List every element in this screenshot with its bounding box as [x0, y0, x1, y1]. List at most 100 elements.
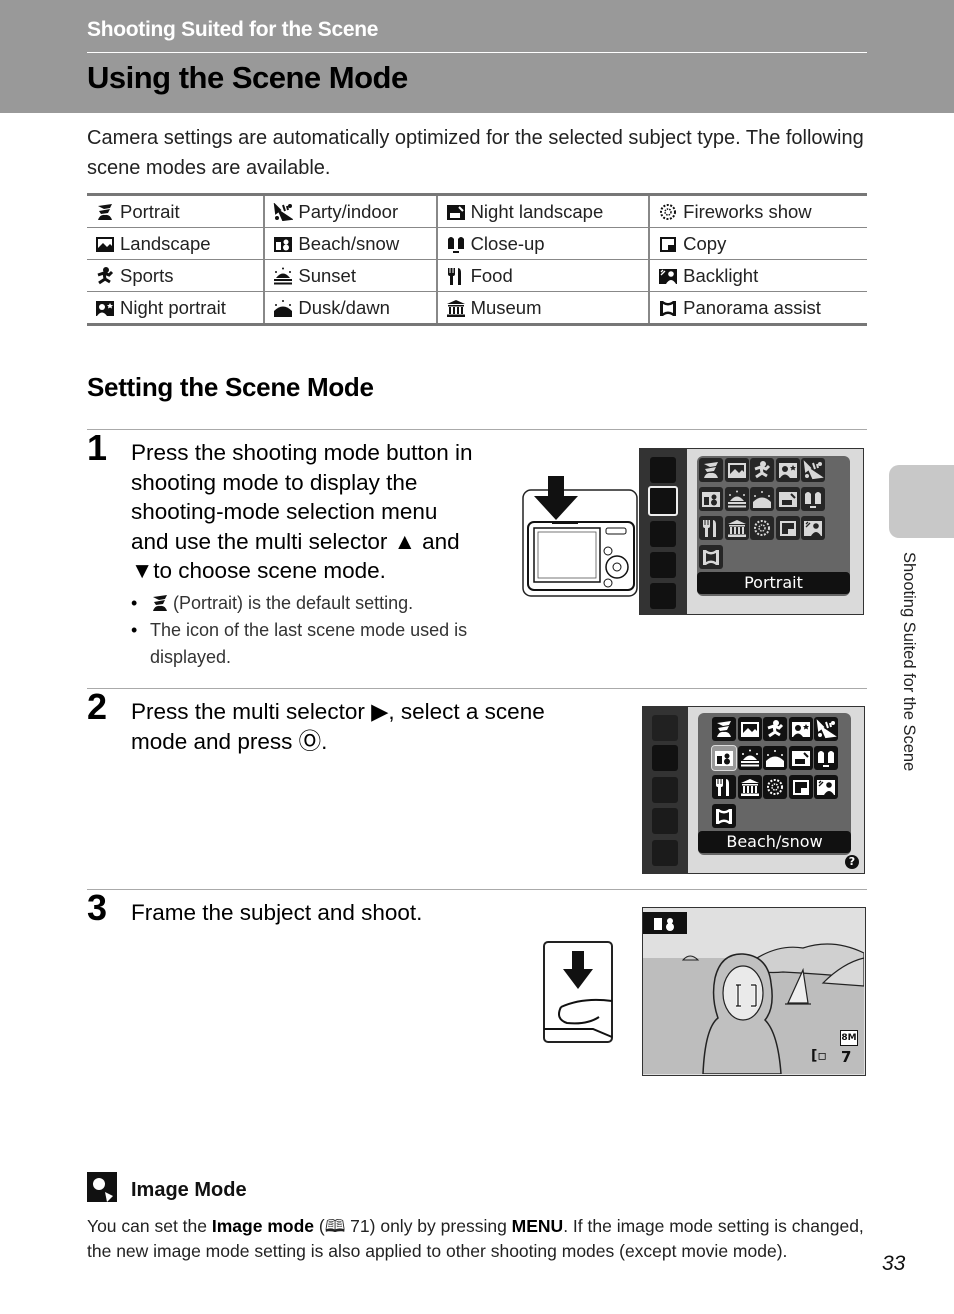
grid-sunset-icon[interactable]: [724, 487, 749, 511]
scene-mode-label: Dusk/dawn: [298, 296, 390, 318]
grid-dusk-dawn-icon[interactable]: [750, 487, 774, 511]
grid-fireworks-show-icon[interactable]: [750, 516, 774, 540]
food-icon: [447, 267, 461, 285]
step-1-text: Press the shooting mode button in shooti…: [131, 438, 472, 586]
night-landscape-icon: [446, 204, 465, 220]
grid-night-landscape-icon[interactable]: [775, 487, 800, 511]
scene-mode-cell: Night portrait: [87, 291, 266, 325]
auto-mode-icon: [652, 840, 678, 866]
scene-mode-label: Sports: [120, 264, 174, 286]
live-view-screen: 8M [▫ 7: [642, 907, 866, 1076]
scene-mode-cell: Panorama assist: [649, 292, 867, 325]
smile-mode-icon: [652, 777, 678, 803]
grid-panorama-assist-icon[interactable]: [712, 804, 736, 828]
section-title: Shooting Suited for the Scene: [87, 18, 379, 41]
table-row: Night portrait Dusk/dawn Museum Panorama as…: [87, 291, 867, 325]
scene-mode-cell: Fireworks show: [649, 194, 867, 228]
panorama-assist-icon: [660, 300, 677, 316]
grid-beach-snow-icon[interactable]: [711, 745, 737, 771]
auto-mode-icon: [650, 583, 676, 609]
backlight-icon: [659, 268, 678, 284]
smart-portrait-icon: [652, 715, 678, 741]
step-line: Press the shooting mode button in: [131, 440, 473, 465]
header-divider: [87, 52, 867, 53]
grid-sunset-icon[interactable]: [737, 746, 762, 770]
scene-selection-screen: Beach/snow ?: [642, 706, 865, 874]
step-line: mode and press Ⓞ.: [131, 728, 328, 754]
remaining-shots: 7: [841, 1048, 852, 1066]
scene-mode-cell: Portrait: [87, 194, 266, 228]
step-divider: [87, 889, 867, 890]
scene-mode-cell: Close-up: [436, 227, 651, 260]
table-row: Portrait Party/indoor Night landscape Firew…: [87, 194, 867, 228]
step-1-bullets: (Portrait) is the default setting. The i…: [131, 590, 491, 671]
note-text: You can set the Image mode (🕮 71) only b…: [87, 1216, 864, 1261]
scene-mode-cell: Night landscape: [436, 194, 651, 228]
smile-mode-icon: [650, 521, 676, 547]
grid-night-portrait-icon[interactable]: [788, 717, 813, 741]
scene-mode-selected-icon: [648, 486, 678, 516]
bullet-item: (Portrait) is the default setting.: [131, 590, 491, 617]
step-number: 1: [87, 427, 108, 468]
portrait-icon: [98, 203, 112, 220]
chapter-tab: [889, 465, 954, 538]
grid-portrait-icon[interactable]: [699, 458, 723, 482]
scene-mode-cell: Food: [436, 259, 651, 292]
grid-landscape-icon[interactable]: [737, 717, 762, 741]
beach-snow-icon: [654, 918, 674, 931]
copy-icon: [660, 236, 677, 252]
image-mode-term: Image mode: [211, 1216, 314, 1236]
chapter-tab-label: Shooting Suited for the Scene: [900, 552, 918, 772]
grid-landscape-icon[interactable]: [724, 458, 749, 482]
grid-portrait-icon[interactable]: [712, 717, 736, 741]
grid-beach-snow-icon[interactable]: [699, 487, 723, 511]
portrait-icon: [153, 595, 167, 611]
note-title: Image Mode: [131, 1179, 247, 1201]
grid-close-up-icon[interactable]: [801, 487, 825, 511]
grid-museum-icon[interactable]: [737, 775, 762, 799]
step-line: ▼to choose scene mode.: [131, 558, 386, 583]
step-number: 2: [87, 686, 108, 727]
grid-panorama-assist-icon[interactable]: [699, 545, 723, 569]
camera-illustration: [522, 476, 638, 597]
grid-close-up-icon[interactable]: [814, 746, 838, 770]
grid-night-portrait-icon[interactable]: [775, 458, 800, 482]
grid-copy-icon[interactable]: [775, 516, 800, 540]
step-line: Frame the subject and shoot.: [131, 900, 423, 925]
grid-food-icon[interactable]: [712, 775, 736, 799]
step-2-text: Press the multi selector ▶, select a sce…: [131, 697, 545, 756]
step-line: shooting mode to display the: [131, 469, 418, 495]
grid-dusk-dawn-icon[interactable]: [763, 746, 787, 770]
selected-scene-label: Beach/snow: [698, 831, 851, 853]
note-icon: [87, 1172, 117, 1202]
shutter-press-illustration: [543, 941, 613, 1043]
scene-mode-label: Night portrait: [120, 296, 226, 318]
help-icon: ?: [845, 855, 859, 869]
grid-copy-icon[interactable]: [788, 775, 813, 799]
scene-mode-cell: Sports: [87, 259, 266, 292]
grid-food-icon[interactable]: [699, 516, 723, 540]
grid-museum-icon[interactable]: [724, 516, 749, 540]
scene-mode-icon: [652, 745, 678, 771]
scene-mode-label: Sunset: [298, 264, 356, 286]
scene-mode-label: Night landscape: [470, 200, 604, 222]
scene-mode-cell: Dusk/dawn: [264, 291, 438, 325]
page-title: Using the Scene Mode: [87, 60, 408, 95]
grid-backlight-icon[interactable]: [814, 775, 838, 799]
step-line: Press the multi selector ▶, select a sce…: [131, 699, 545, 724]
movie-mode-icon: [650, 552, 676, 578]
grid-sports-icon[interactable]: [763, 717, 787, 741]
grid-party-indoor-icon[interactable]: [814, 717, 838, 741]
scene-mode-label: Panorama assist: [683, 296, 821, 318]
table-row: Landscape Beach/snow Close-up Copy: [87, 227, 867, 260]
grid-night-landscape-icon[interactable]: [788, 746, 813, 770]
grid-party-indoor-icon[interactable]: [801, 458, 825, 482]
scene-mode-label: Landscape: [120, 232, 211, 254]
scene-mode-cell: Backlight: [649, 259, 867, 292]
beach-snow-icon: [274, 236, 293, 252]
scene-modes-table: Portrait Party/indoor Night landscape Firew…: [87, 193, 867, 326]
scene-mode-label: Beach/snow: [298, 232, 400, 254]
grid-backlight-icon[interactable]: [801, 516, 825, 540]
grid-fireworks-show-icon[interactable]: [763, 775, 787, 799]
grid-sports-icon[interactable]: [750, 458, 774, 482]
